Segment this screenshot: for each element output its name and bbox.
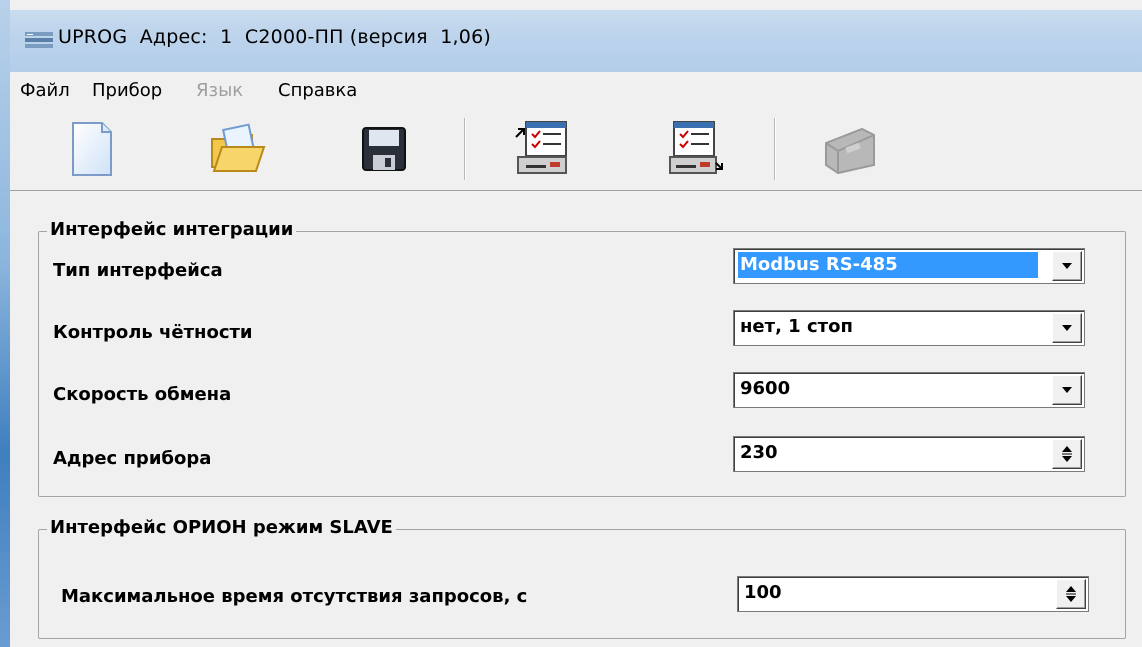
orion-slave-group: Интерфейс ОРИОН режим SLAVE Максимальное… [38,517,1126,639]
parity-label: Контроль чётности [53,322,253,343]
menu-file[interactable]: Файл [20,80,70,101]
open-button[interactable] [206,116,270,182]
max-no-request-time-label: Максимальное время отсутствия запросов, … [61,586,528,607]
toolbar-separator [464,118,466,180]
app-window: UPROG Адрес: 1 С2000-ПП (версия 1,06) Фа… [10,0,1142,647]
chevron-down-icon [1062,325,1072,331]
interface-type-value: Modbus RS-485 [738,252,1038,278]
read-from-device-icon [515,121,567,174]
device-address-label: Адрес прибора [53,448,212,469]
chevron-down-icon [1062,387,1072,393]
menu-device[interactable]: Прибор [92,80,162,101]
parity-select[interactable]: нет, 1 стоп [733,310,1085,346]
save-disk-icon [362,127,406,171]
spin-up-down-icon [1066,586,1076,602]
settings-panel: Интерфейс интеграции Тип интерфейса Modb… [10,191,1142,647]
dropdown-button[interactable] [1052,375,1082,405]
baud-rate-select[interactable]: 9600 [733,372,1085,408]
title-bar[interactable]: UPROG Адрес: 1 С2000-ПП (версия 1,06) [10,10,1142,72]
write-to-device-icon [669,121,723,174]
device-address-spinbox[interactable]: 230 [733,436,1085,472]
group-title: Интерфейс ОРИОН режим SLAVE [47,517,396,538]
parity-value: нет, 1 стоп [740,316,853,337]
integration-interface-group: Интерфейс интеграции Тип интерфейса Modb… [38,219,1126,497]
menu-help[interactable]: Справка [278,80,357,101]
interface-type-label: Тип интерфейса [53,260,223,281]
max-no-request-time-value: 100 [744,582,782,603]
device-button[interactable] [818,116,882,182]
save-button[interactable] [352,116,416,182]
toolbar [10,110,1142,191]
device-icon [825,127,875,175]
open-folder-icon [211,123,266,172]
interface-type-select[interactable]: Modbus RS-485 [733,248,1085,284]
dropdown-button[interactable] [1052,251,1082,281]
baud-rate-value: 9600 [740,378,791,399]
dropdown-button[interactable] [1052,313,1082,343]
spin-buttons[interactable] [1056,579,1086,609]
spin-up-down-icon [1062,446,1072,462]
baud-rate-label: Скорость обмена [53,384,232,405]
write-to-device-button[interactable] [664,116,728,182]
app-icon [25,32,53,48]
window-title: UPROG Адрес: 1 С2000-ПП (версия 1,06) [58,26,491,48]
menu-language[interactable]: Язык [196,80,243,101]
new-file-button[interactable] [60,116,124,182]
toolbar-separator [774,118,776,180]
read-from-device-button[interactable] [510,116,574,182]
new-file-icon [72,122,112,176]
desktop-edge [0,0,10,647]
group-title: Интерфейс интеграции [47,219,297,240]
device-address-value: 230 [740,442,778,463]
spin-buttons[interactable] [1052,439,1082,469]
menu-bar: Файл Прибор Язык Справка [10,72,1142,110]
max-no-request-time-spinbox[interactable]: 100 [737,576,1089,612]
chevron-down-icon [1062,263,1072,269]
